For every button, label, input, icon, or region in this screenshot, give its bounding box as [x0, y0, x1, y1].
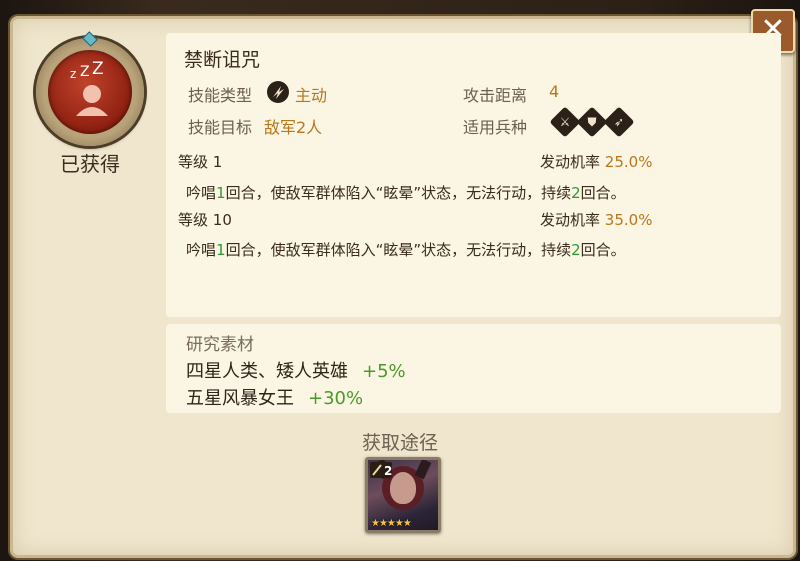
duration-turns: 2: [571, 241, 581, 259]
obtained-status: 已获得: [60, 152, 120, 176]
desc-text: 吟唱: [186, 241, 217, 259]
skill-target-value: 敌军2人: [264, 118, 323, 137]
level-label: 等级: [178, 153, 209, 171]
active-skill-icon: [267, 81, 289, 103]
level-1-description: 吟唱1回合，使敌军群体陷入“眩晕”状态，无法行动，持续2回合。: [186, 182, 626, 203]
source-title: 获取途径: [361, 432, 438, 454]
rate-label: 发动机率: [540, 153, 601, 171]
level-10-rate: 发动机率 35.0%: [540, 209, 652, 230]
skill-type-value: 主动: [295, 86, 328, 105]
attack-range-value: 4: [549, 82, 560, 101]
cast-turns: 1: [216, 241, 226, 259]
material-item: 四星人类、矮人英雄 +5%: [186, 357, 406, 383]
material-name: 四星人类、矮人英雄: [186, 361, 348, 382]
desc-text: 回合，使敌军群体陷入“眩晕”状态，无法行动，持续: [225, 241, 572, 259]
unit-type-icons: ⚔ ⛊ ➶: [549, 106, 635, 138]
materials-title: 研究素材: [186, 335, 254, 355]
attack-range-label: 攻击距离: [463, 86, 528, 105]
duration-turns: 2: [571, 184, 581, 202]
skill-info-box: 禁断诅咒 技能类型 主动 攻击距离 4 技能目标 敌军2人 适用兵种 ⚔ ⛊ ➶…: [166, 33, 781, 317]
hero-card-storm-queen[interactable]: 2 ★★★★★: [365, 457, 441, 533]
svg-text:Z: Z: [80, 64, 90, 80]
research-materials-box: 研究素材 四星人类、矮人英雄 +5% 五星风暴女王 +30%: [166, 324, 781, 413]
unit-types-label: 适用兵种: [463, 118, 528, 137]
rate-value: 35.0%: [604, 211, 653, 229]
desc-text: 回合。: [580, 241, 626, 259]
material-name: 五星风暴女王: [186, 388, 294, 409]
material-bonus: +5%: [362, 361, 406, 382]
material-bonus: +30%: [308, 388, 364, 409]
level-1-rate: 发动机率 25.0%: [540, 151, 652, 172]
shield-icon: ⛊: [576, 106, 608, 138]
skill-type-label: 技能类型: [188, 86, 253, 105]
hero-face: [390, 472, 416, 504]
sleep-icon: z Z Z: [70, 59, 108, 116]
cast-turns: 1: [216, 184, 226, 202]
skill-name: 禁断诅咒: [184, 49, 261, 71]
skill-icon: z Z Z: [48, 50, 132, 134]
skill-medallion: z Z Z: [36, 31, 144, 146]
rate-value: 25.0%: [604, 153, 653, 171]
sword-icon: [372, 464, 382, 476]
hero-stars: ★★★★★: [371, 518, 412, 529]
level-10-row: 等级 10: [178, 209, 232, 230]
hero-level: 2: [384, 464, 393, 478]
bow-icon: ➶: [603, 106, 635, 138]
material-item: 五星风暴女王 +30%: [186, 384, 363, 410]
desc-text: 吟唱: [186, 184, 217, 202]
rate-label: 发动机率: [540, 211, 601, 229]
svg-text:Z: Z: [92, 59, 104, 79]
level-label: 等级: [178, 211, 209, 229]
level-10-description: 吟唱1回合，使敌军群体陷入“眩晕”状态，无法行动，持续2回合。: [186, 239, 626, 260]
sword-icon: ⚔: [549, 106, 581, 138]
hero-horn: [414, 460, 432, 480]
desc-text: 回合，使敌军群体陷入“眩晕”状态，无法行动，持续: [225, 184, 572, 202]
level-value: 10: [212, 211, 232, 229]
level-value: 1: [212, 153, 223, 171]
desc-text: 回合。: [580, 184, 626, 202]
hero-class-badge: 2: [370, 462, 392, 478]
svg-text:z: z: [70, 67, 76, 81]
level-1-row: 等级 1: [178, 151, 222, 172]
skill-target-label: 技能目标: [188, 118, 253, 137]
